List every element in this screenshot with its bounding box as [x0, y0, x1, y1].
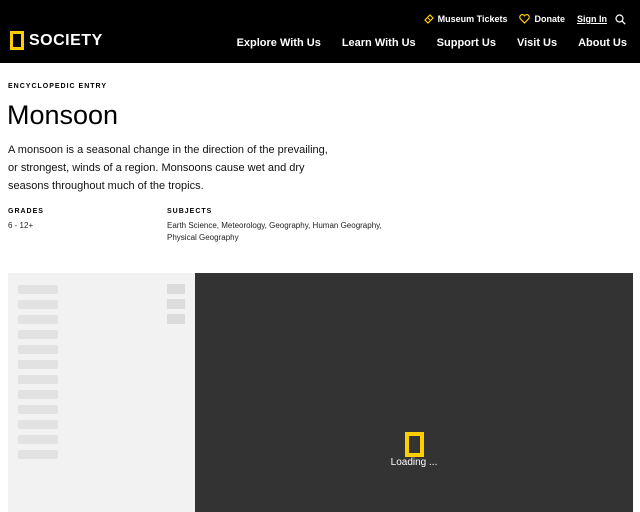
- placeholder-line: [18, 315, 58, 324]
- site-header: Museum Tickets Donate Sign In SOCIETY Ex…: [0, 0, 640, 63]
- page-title: Monsoon: [7, 100, 119, 130]
- donate-label: Donate: [534, 14, 565, 24]
- placeholder-line: [18, 390, 58, 399]
- search-icon: [615, 13, 626, 25]
- media-sidebar-placeholder: [8, 273, 195, 512]
- placeholder-block: [167, 314, 185, 324]
- article-description: A monsoon is a seasonal change in the di…: [8, 144, 328, 192]
- placeholder-line: [18, 330, 58, 339]
- placeholder-line: [18, 285, 58, 294]
- placeholder-line: [18, 360, 58, 369]
- subjects-label: SUBJECTS: [167, 208, 213, 215]
- placeholder-line: [18, 405, 58, 414]
- sign-in-link[interactable]: Sign In: [577, 14, 607, 24]
- placeholder-line: [18, 300, 58, 309]
- loading-text: Loading ...: [390, 457, 438, 468]
- placeholder-line: [18, 375, 58, 384]
- site-logo[interactable]: SOCIETY: [10, 31, 103, 50]
- museum-tickets-link[interactable]: Museum Tickets: [423, 14, 508, 24]
- nav-explore-with-us[interactable]: Explore With Us: [237, 37, 321, 49]
- loading-logo-icon: [405, 432, 424, 457]
- placeholder-block: [167, 299, 185, 309]
- placeholder-line: [18, 450, 58, 459]
- nav-learn-with-us[interactable]: Learn With Us: [342, 37, 416, 49]
- nav-support-us[interactable]: Support Us: [437, 37, 496, 49]
- nav-visit-us[interactable]: Visit Us: [517, 37, 557, 49]
- placeholder-line: [18, 435, 58, 444]
- heart-icon: [519, 14, 531, 24]
- media-player[interactable]: Loading ...: [195, 273, 633, 512]
- ticket-icon: [423, 14, 434, 24]
- entry-type-label: ENCYCLOPEDIC ENTRY: [8, 83, 108, 90]
- placeholder-line: [18, 420, 58, 429]
- main-nav: Explore With Us Learn With Us Support Us…: [216, 37, 627, 49]
- placeholder-line: [18, 345, 58, 354]
- donate-link[interactable]: Donate: [519, 14, 565, 24]
- subjects-value: Earth Science, Meteorology, Geography, H…: [167, 221, 382, 242]
- grades-value: 6 - 12+: [8, 221, 34, 230]
- museum-tickets-label: Museum Tickets: [437, 14, 508, 24]
- placeholder-block: [167, 284, 185, 294]
- nav-about-us[interactable]: About Us: [578, 37, 627, 49]
- utility-bar: Museum Tickets Donate Sign In: [412, 12, 626, 26]
- logo-frame-icon: [10, 31, 24, 50]
- logo-text: SOCIETY: [29, 31, 103, 49]
- search-button[interactable]: [615, 13, 626, 25]
- grades-label: GRADES: [8, 208, 44, 215]
